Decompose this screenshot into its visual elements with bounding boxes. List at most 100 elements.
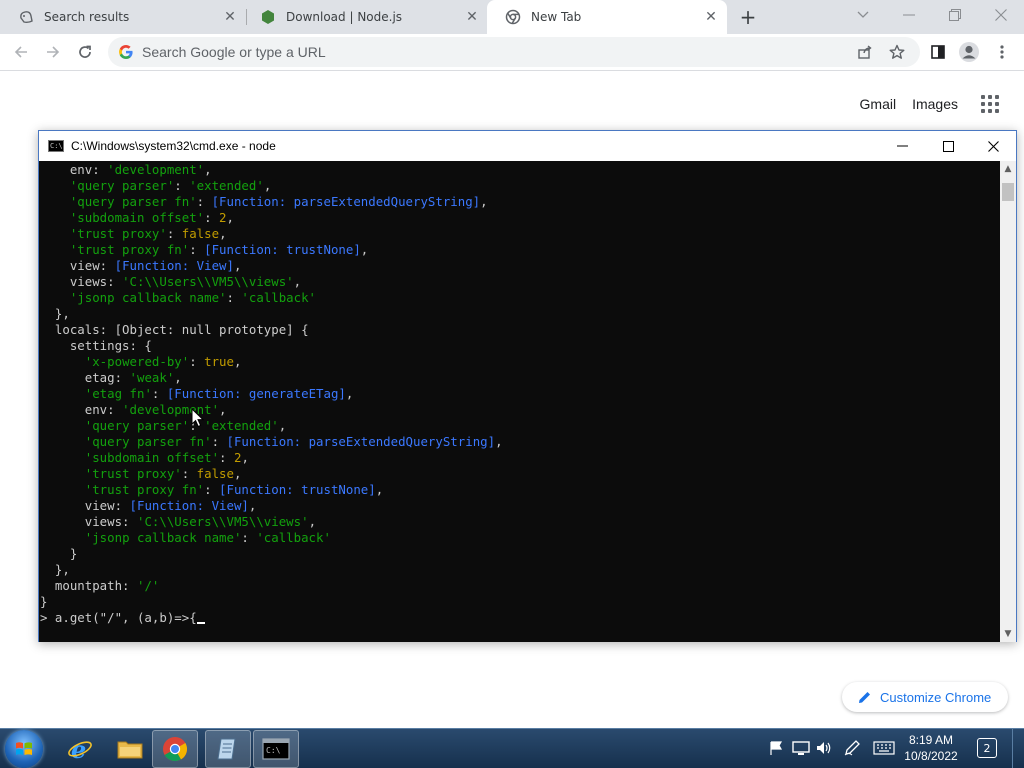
customize-chrome-button[interactable]: Customize Chrome	[842, 682, 1008, 712]
console-token: ,	[204, 162, 212, 177]
console-token: 'trust proxy'	[69, 226, 167, 241]
console-token: ,	[480, 194, 488, 209]
console-token: env:	[40, 162, 108, 177]
profile-button[interactable]	[956, 39, 982, 65]
scroll-down-arrow-icon[interactable]: ▼	[1000, 626, 1016, 642]
internet-explorer-icon: e	[68, 736, 92, 762]
console-line: 'trust proxy': false,	[39, 466, 1000, 482]
console-token	[40, 210, 70, 225]
console-line: },	[39, 306, 1000, 322]
taskbar-file-explorer[interactable]	[107, 730, 153, 768]
omnibox[interactable]	[108, 37, 920, 67]
gmail-link[interactable]: Gmail	[860, 96, 897, 112]
google-g-icon	[119, 45, 133, 59]
console-token: [Function: parseExtendedQueryString]	[226, 434, 496, 449]
arrow-right-icon	[47, 46, 60, 58]
svg-text:e: e	[71, 736, 86, 762]
console-token: 'trust proxy fn'	[84, 482, 205, 497]
console-line: env: 'development',	[39, 402, 1000, 418]
console-token: :	[196, 194, 212, 209]
plus-icon: +	[739, 5, 757, 29]
tab-title: Download | Node.js	[286, 10, 403, 24]
share-icon[interactable]	[854, 41, 876, 63]
chrome-favicon-icon	[505, 9, 521, 25]
close-tab-icon[interactable]: ✕	[464, 9, 480, 25]
console-token: ,	[233, 466, 242, 481]
console-line: locals: [Object: null prototype] {	[39, 322, 1000, 338]
tab-title: Search results	[44, 10, 130, 24]
console-token: 'query parser fn'	[84, 434, 212, 449]
browser-close-button[interactable]	[978, 0, 1024, 30]
console-line: env: 'development',	[39, 162, 1000, 178]
forward-button[interactable]	[40, 39, 66, 65]
google-apps-icon[interactable]	[978, 92, 1002, 116]
reload-button[interactable]	[72, 39, 98, 65]
console-token	[40, 290, 70, 305]
reload-icon	[79, 45, 91, 58]
cmd-maximize-button[interactable]	[925, 131, 971, 161]
browser-restore-button[interactable]	[932, 0, 978, 30]
console-token: }	[40, 594, 48, 609]
tab-new-tab[interactable]: New Tab ✕	[487, 0, 727, 34]
side-panel-button[interactable]	[925, 39, 951, 65]
console-token: etag:	[40, 370, 130, 385]
pen-input-icon[interactable]	[843, 739, 861, 757]
console-token: settings: {	[40, 338, 152, 353]
console-token	[40, 242, 70, 257]
cmd-titlebar[interactable]: C:\ C:\Windows\system32\cmd.exe - node	[39, 131, 1016, 161]
close-tab-icon[interactable]: ✕	[703, 9, 719, 25]
console-token: view:	[40, 258, 115, 273]
console-token: 'trust proxy'	[84, 466, 182, 481]
volume-icon[interactable]	[815, 739, 833, 757]
console-token: ,	[360, 242, 369, 257]
console-line: 'trust proxy fn': [Function: trustNone],	[39, 482, 1000, 498]
browser-toolbar	[0, 34, 1024, 71]
console-token: 'callback'	[256, 530, 331, 545]
taskbar-internet-explorer[interactable]: e	[57, 730, 103, 768]
console-token: [Function: generateETag]	[166, 386, 346, 401]
back-button[interactable]	[8, 39, 34, 65]
console-token: 'C:\\Users\\VM5\\views'	[136, 514, 309, 529]
taskbar-notepad[interactable]	[205, 730, 251, 768]
cmd-minimize-button[interactable]	[879, 131, 925, 161]
start-button[interactable]	[5, 730, 43, 768]
console-token: [Function: View]	[129, 498, 249, 513]
tab-search-results[interactable]: Search results ✕	[0, 0, 246, 34]
keyboard-icon[interactable]	[873, 739, 895, 757]
new-tab-button[interactable]: +	[736, 5, 760, 29]
console-line: 'query parser fn': [Function: parseExten…	[39, 434, 1000, 450]
console-token: ,	[226, 210, 234, 225]
console-token: 'development'	[107, 162, 205, 177]
console-token: 'C:\\Users\\VM5\\views'	[122, 274, 294, 289]
images-link[interactable]: Images	[912, 96, 958, 112]
clock-date: 10/8/2022	[904, 749, 958, 763]
system-clock[interactable]: 8:19 AM 10/8/2022	[900, 732, 962, 764]
console-token: locals: [Object: null prototype] {	[40, 322, 309, 337]
scrollbar-thumb[interactable]	[1002, 183, 1014, 201]
cmd-close-button[interactable]	[970, 131, 1016, 161]
notification-badge[interactable]: 2	[977, 738, 997, 758]
taskbar-chrome[interactable]	[152, 730, 198, 768]
scroll-up-arrow-icon[interactable]: ▲	[1000, 161, 1016, 177]
console-token: :	[189, 242, 205, 257]
console-token: ,	[278, 418, 287, 433]
omnibox-input[interactable]	[142, 44, 742, 60]
console-line: 'query parser': 'extended',	[39, 418, 1000, 434]
console-line: mountpath: '/'	[39, 578, 1000, 594]
network-icon[interactable]	[792, 739, 810, 757]
cmd-vertical-scrollbar[interactable]: ▲ ▼	[1000, 161, 1016, 642]
bookmark-star-icon[interactable]	[886, 41, 908, 63]
console-token: ,	[495, 434, 503, 449]
show-desktop-button[interactable]	[1012, 729, 1024, 768]
console-token: ,	[345, 386, 354, 401]
tab-download-nodejs[interactable]: Download | Node.js ✕	[242, 0, 488, 34]
close-tab-icon[interactable]: ✕	[222, 9, 238, 25]
chrome-menu-button[interactable]	[989, 39, 1015, 65]
console-output[interactable]: env: 'development', 'query parser': 'ext…	[39, 161, 1000, 642]
console-token	[40, 194, 70, 209]
tab-search-button[interactable]	[840, 0, 886, 30]
browser-minimize-button[interactable]	[886, 0, 932, 30]
taskbar-cmd[interactable]: C:\	[253, 730, 299, 768]
console-token: true	[204, 354, 234, 369]
action-center-flag-icon[interactable]	[767, 739, 785, 757]
